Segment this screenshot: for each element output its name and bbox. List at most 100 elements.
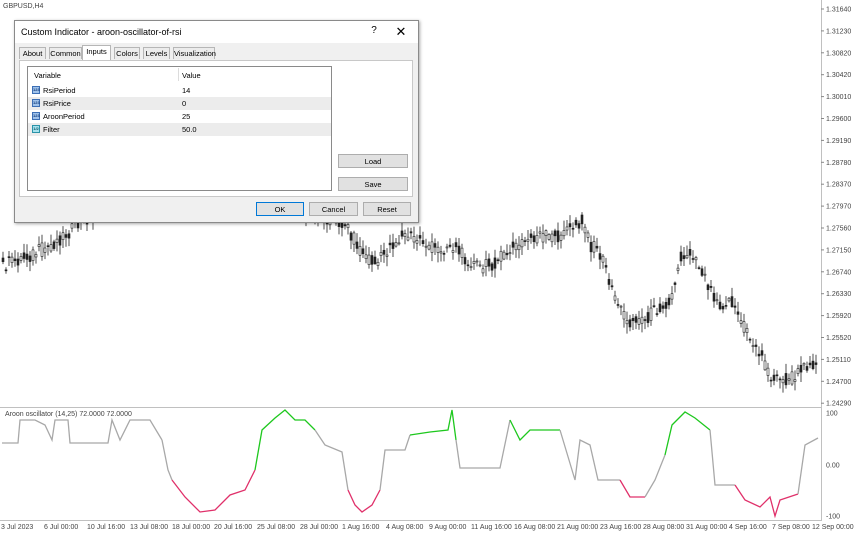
indicator-tick-label: 0.00 <box>826 463 840 470</box>
candle-body <box>634 316 638 323</box>
oscillator-segment-neutral <box>455 419 511 469</box>
candle-body <box>445 246 449 249</box>
candle-body <box>475 260 479 263</box>
tab-common[interactable]: Common <box>49 47 82 59</box>
candle-body <box>715 299 719 302</box>
candle-body <box>649 307 653 321</box>
time-tick-label: 11 Aug 16:00 <box>471 524 512 531</box>
variable-value[interactable]: 14 <box>182 86 190 95</box>
tab-visualization[interactable]: Visualization <box>173 47 216 59</box>
integer-icon: 123 <box>32 86 40 94</box>
candle-body <box>346 224 350 229</box>
table-row[interactable]: 1/2 Filter 50.0 <box>28 123 331 136</box>
candle-body <box>730 296 734 308</box>
candle-body <box>382 249 386 255</box>
candle-body <box>61 232 65 240</box>
candle-body <box>463 257 467 265</box>
indicator-tick-label: 100 <box>826 411 838 418</box>
variable-name: Filter <box>43 125 60 134</box>
double-icon: 1/2 <box>32 125 40 133</box>
candle-body <box>610 285 614 288</box>
candle-body <box>799 364 803 373</box>
price-tick-label: 1.30420 <box>826 72 851 79</box>
candle-body <box>739 320 743 324</box>
indicator-tick-label: -100 <box>826 514 840 521</box>
ok-button[interactable]: OK <box>256 202 304 216</box>
price-tick-label: 1.27970 <box>826 204 851 211</box>
candle-body <box>682 255 686 260</box>
column-value[interactable]: Value <box>182 71 201 80</box>
candle-body <box>367 254 371 265</box>
variable-value[interactable]: 25 <box>182 112 190 121</box>
table-row[interactable]: 123 AroonPeriod 25 <box>28 110 331 123</box>
cancel-button[interactable]: Cancel <box>309 202 358 216</box>
candle-body <box>64 234 68 238</box>
oscillator-segment-down <box>734 484 799 519</box>
candle-body <box>700 268 704 276</box>
candle-body <box>433 243 437 248</box>
time-tick-label: 1 Aug 16:00 <box>342 524 379 531</box>
variable-value[interactable]: 50.0 <box>182 125 197 134</box>
candle-body <box>772 374 776 381</box>
candle-body <box>37 244 41 247</box>
table-row[interactable]: 123 RsiPrice 0 <box>28 97 331 110</box>
candle-body <box>349 232 353 241</box>
candle-body <box>394 242 398 247</box>
oscillator-segment-neutral <box>559 429 620 481</box>
candle-body <box>34 254 38 258</box>
candle-body <box>25 253 29 260</box>
candle-body <box>664 302 668 309</box>
candle-body <box>517 244 521 251</box>
candle-body <box>520 239 524 248</box>
candle-body <box>805 366 809 371</box>
column-variable[interactable]: Variable <box>34 71 61 80</box>
price-tick-label: 1.27150 <box>826 247 851 254</box>
candle-body <box>13 258 17 261</box>
load-button[interactable]: Load <box>338 154 408 168</box>
tab-colors[interactable]: Colors <box>114 47 140 59</box>
candle-body <box>4 269 8 272</box>
close-button[interactable]: ✕ <box>393 24 409 40</box>
aroon-oscillator-line <box>2 409 819 519</box>
dialog-titlebar[interactable]: Custom Indicator - aroon-oscillator-of-r… <box>15 21 418 43</box>
table-row[interactable]: 123 RsiPeriod 14 <box>28 84 331 97</box>
candle-body <box>625 320 629 325</box>
candle-body <box>583 226 587 234</box>
candle-body <box>745 328 749 333</box>
candle-body <box>535 235 539 244</box>
save-button[interactable]: Save <box>338 177 408 191</box>
candle-body <box>580 214 584 225</box>
candle-body <box>532 235 536 243</box>
candle-body <box>358 246 362 256</box>
help-button[interactable]: ? <box>367 25 381 39</box>
price-tick-label: 1.25920 <box>826 313 851 320</box>
time-tick-label: 28 Jul 00:00 <box>300 524 338 531</box>
candle-body <box>514 242 518 251</box>
candle-body <box>673 282 677 285</box>
inputs-table: Variable Value 123 RsiPeriod 14 123 RsiP… <box>27 66 332 191</box>
candle-body <box>397 242 401 245</box>
candle-body <box>766 367 770 376</box>
candle-body <box>712 292 716 302</box>
tab-about[interactable]: About <box>19 47 46 59</box>
candle-body <box>496 259 500 262</box>
tab-levels[interactable]: Levels <box>143 47 170 59</box>
candle-body <box>46 245 50 247</box>
time-tick-label: 4 Aug 08:00 <box>386 524 423 531</box>
reset-button[interactable]: Reset <box>363 202 411 216</box>
candle-body <box>40 242 44 257</box>
candle-body <box>613 295 617 301</box>
candle-body <box>556 230 560 243</box>
price-tick-label: 1.26740 <box>826 269 851 276</box>
candle-body <box>637 318 641 325</box>
variable-value[interactable]: 0 <box>182 99 186 108</box>
candle-body <box>553 230 557 237</box>
candle-body <box>28 255 32 262</box>
candle-body <box>439 251 443 254</box>
candle-body <box>631 317 635 322</box>
tab-inputs[interactable]: Inputs <box>82 45 111 60</box>
candle-body <box>697 267 701 269</box>
candle-body <box>748 338 752 341</box>
candle-body <box>469 266 473 268</box>
price-tick-label: 1.30010 <box>826 94 851 101</box>
